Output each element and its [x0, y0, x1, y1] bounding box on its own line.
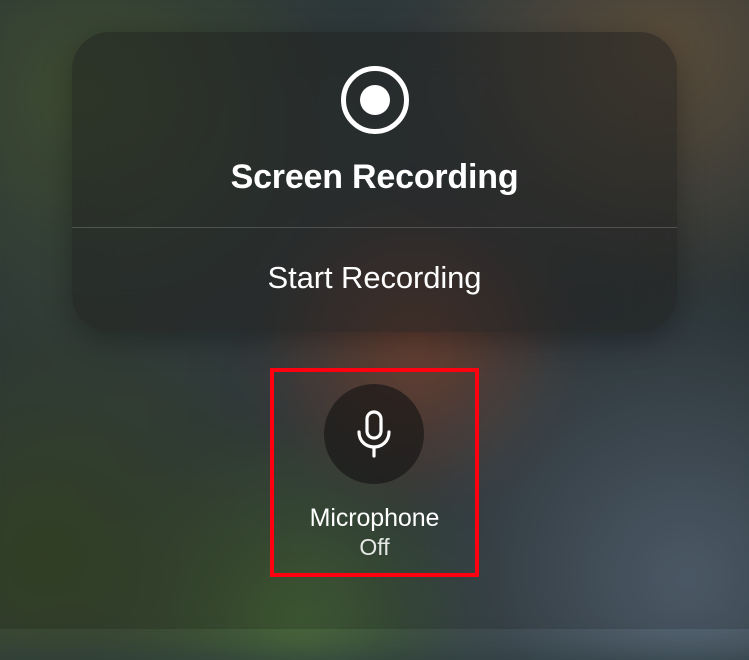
screen-recording-title: Screen Recording	[231, 158, 519, 197]
screen-recording-header: Screen Recording	[72, 32, 677, 227]
microphone-status: Off	[359, 534, 389, 561]
record-dot	[360, 85, 390, 115]
microphone-label: Microphone	[310, 504, 440, 533]
microphone-icon	[353, 410, 395, 458]
microphone-button-circle	[324, 384, 424, 484]
screen-recording-panel: Screen Recording Start Recording	[72, 32, 677, 332]
control-center-module: Screen Recording Start Recording Microph…	[0, 0, 749, 629]
start-recording-button[interactable]: Start Recording	[72, 228, 677, 332]
record-icon	[341, 66, 409, 134]
microphone-toggle[interactable]: Microphone Off	[310, 384, 440, 561]
start-recording-label: Start Recording	[268, 260, 482, 296]
